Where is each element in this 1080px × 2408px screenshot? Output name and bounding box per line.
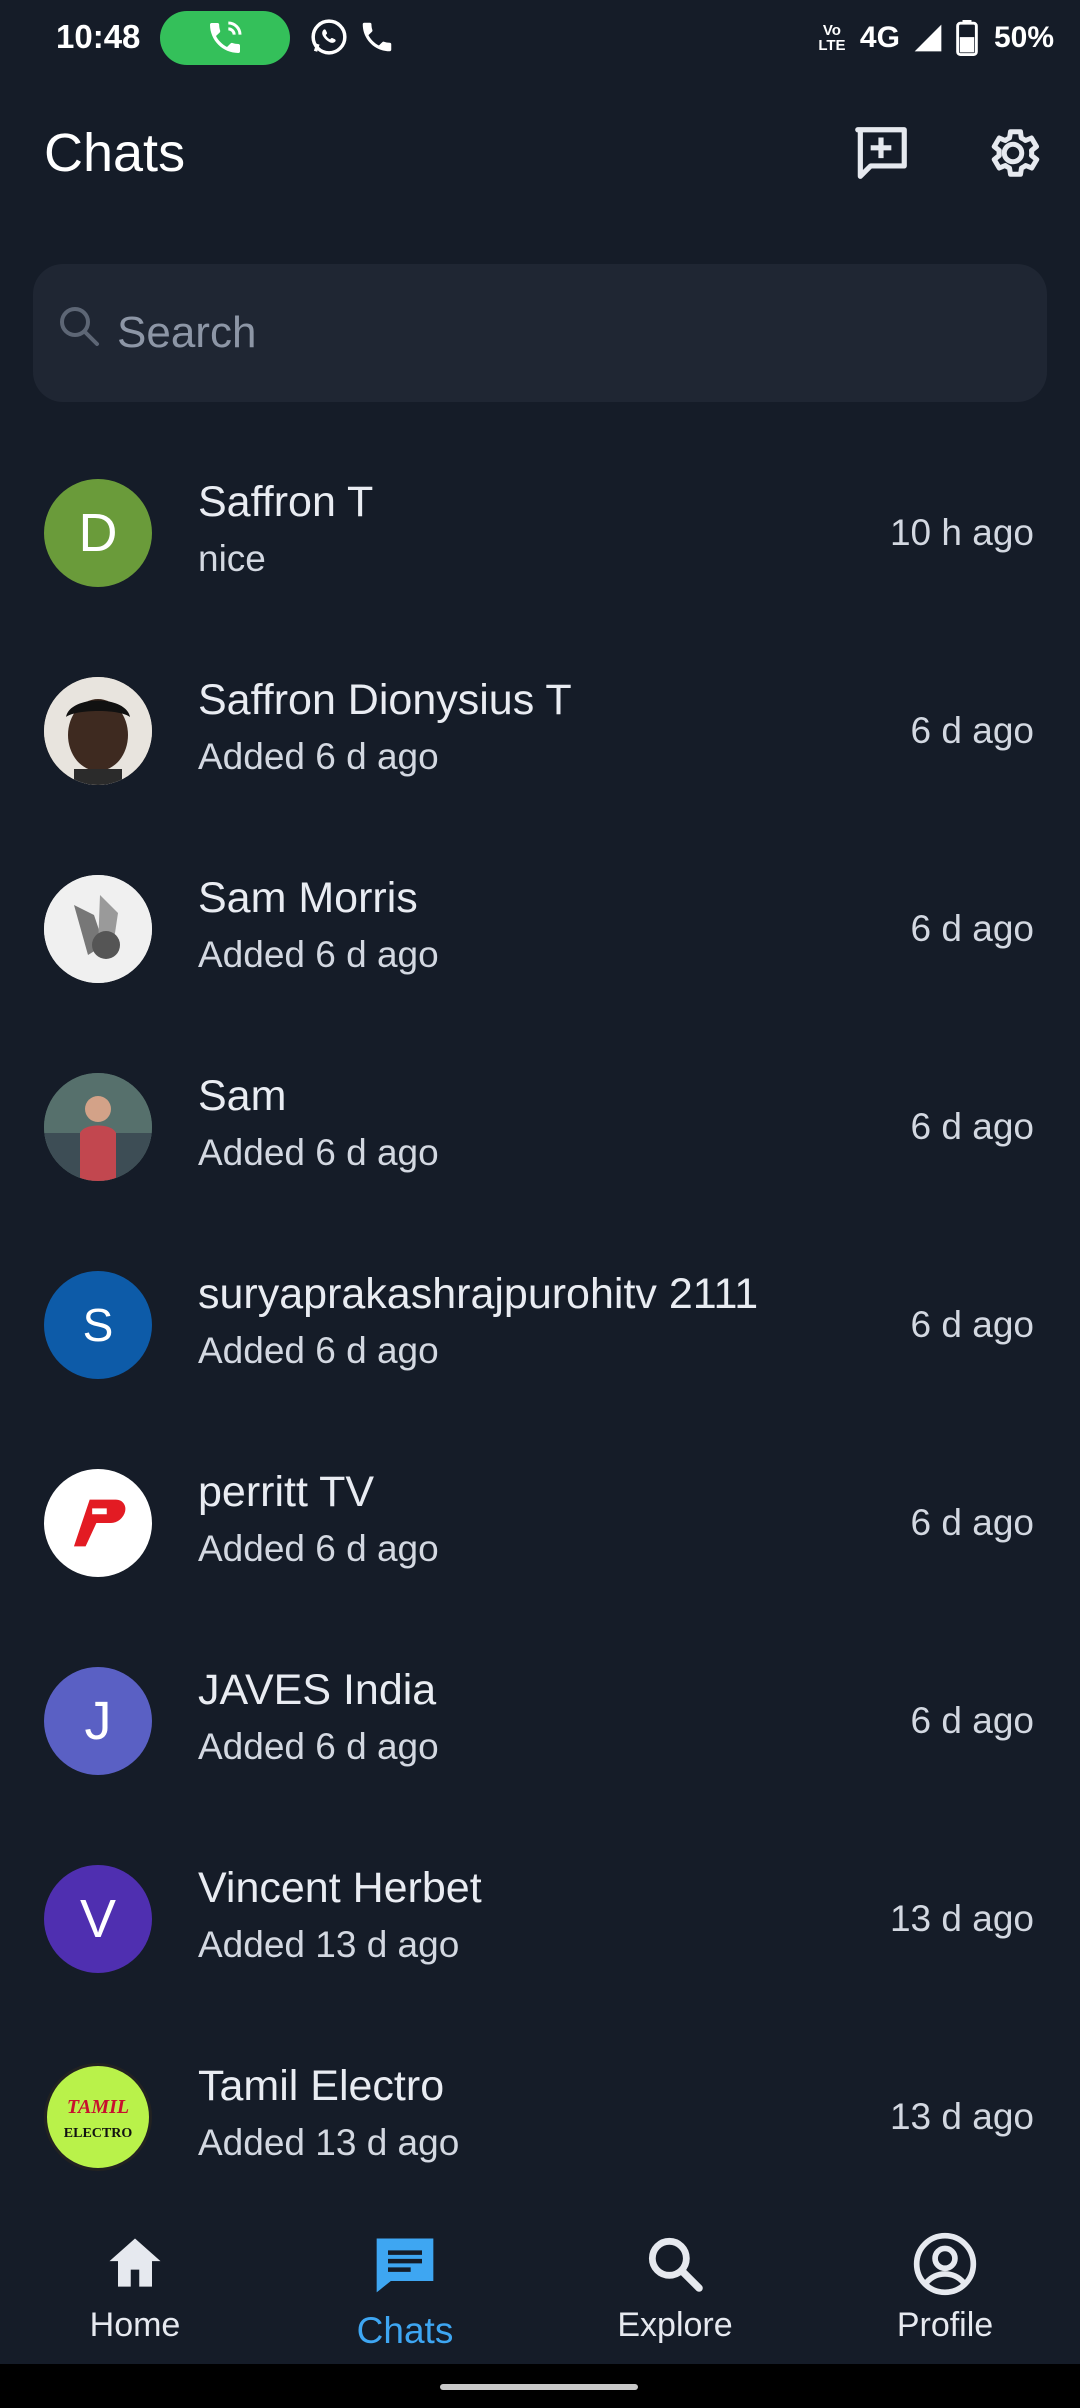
avatar: TAMIL ELECTRO [44,2063,152,2171]
avatar: S [44,1271,152,1379]
network-type: 4G [859,21,900,54]
chat-row[interactable]: Sam Added 6 d ago 6 d ago [0,1028,1080,1226]
home-icon [109,2238,161,2287]
chat-time: 6 d ago [910,1304,1034,1345]
perritt-logo-icon [73,1499,126,1547]
chat-name: Saffron Dionysius T [198,676,572,724]
search-input[interactable] [115,294,1019,372]
avatar [44,1073,152,1181]
home-gesture-handle[interactable] [440,2384,638,2390]
chat-time: 6 d ago [910,1700,1034,1741]
chat-last-message: Added 6 d ago [198,1330,439,1371]
avatar [44,875,152,983]
chat-time: 6 d ago [910,908,1034,949]
chat-icon [376,2238,434,2293]
chat-name: perritt TV [198,1468,375,1516]
status-time: 10:48 [56,18,141,55]
nav-label: Home [89,2306,181,2344]
phone-icon [362,22,392,52]
nav-profile[interactable]: Profile [810,2210,1080,2364]
chat-time: 6 d ago [910,1106,1034,1147]
call-wifi-icon [210,21,242,53]
chat-name: suryaprakashrajpurohitv 2111 [198,1270,759,1318]
chat-row[interactable]: V Vincent Herbet Added 13 d ago 13 d ago [0,1820,1080,2018]
chat-time: 13 d ago [889,1898,1034,1939]
chat-last-message: Added 6 d ago [198,934,439,975]
avatar [44,1469,152,1577]
avatar-letter: S [82,1299,114,1351]
chat-row[interactable]: D Saffron T nice 10 h ago [0,434,1080,632]
chat-row[interactable]: Saffron Dionysius T Added 6 d ago 6 d ag… [0,632,1080,830]
profile-icon [913,2232,977,2296]
gear-icon [991,129,1040,177]
chat-last-message: nice [198,538,266,579]
chat-name: Sam [198,1072,287,1120]
chat-last-message: Added 6 d ago [198,1528,439,1569]
chat-time: 6 d ago [910,1502,1034,1543]
chat-last-message: Added 6 d ago [198,1132,439,1173]
logo-text-top: TAMIL [67,2096,129,2118]
avatar-photo [44,677,152,785]
chat-time: 6 d ago [910,710,1034,751]
logo-text-bottom: ELECTRO [64,2126,133,2141]
new-chat-button[interactable] [846,118,916,188]
avatar: D [44,479,152,587]
chat-time: 10 h ago [889,512,1034,553]
chat-list: D Saffron T nice 10 h ago Saffron Dionys… [0,434,1080,2216]
nav-label: Profile [896,2306,994,2344]
chat-last-message: Added 13 d ago [198,2122,460,2163]
chat-name: Saffron T [198,478,374,526]
volte-indicator: Vo LTE [818,22,846,54]
avatar-letter: V [79,1889,117,1949]
chat-row[interactable]: J JAVES India Added 6 d ago 6 d ago [0,1622,1080,1820]
page-title: Chats [44,123,186,183]
chat-time: 13 d ago [889,2096,1034,2137]
battery-icon [956,20,978,56]
nav-chats[interactable]: Chats [270,2210,540,2364]
gesture-bar [0,2364,1080,2408]
nav-explore[interactable]: Explore [540,2210,810,2364]
signal-icon [914,24,942,52]
status-right-group: Vo LTE 4G 50% [816,14,1054,62]
tamil-electro-logo: TAMIL ELECTRO [50,2069,146,2165]
chat-row[interactable]: Sam Morris Added 6 d ago 6 d ago [0,830,1080,1028]
chat-row[interactable]: TAMIL ELECTRO Tamil Electro Added 13 d a… [0,2018,1080,2216]
search-bar[interactable] [33,264,1047,402]
chat-last-message: Added 6 d ago [198,736,439,777]
ongoing-call-pill[interactable] [160,11,290,65]
avatar-photo [44,875,152,983]
avatar [44,677,152,785]
chat-last-message: Added 13 d ago [198,1924,460,1965]
search-icon [648,2237,703,2292]
avatar-letter: J [84,1691,112,1751]
chats-screen: 10:48 Vo LTE 4G 50% Chats Search D Saffr… [0,0,1080,2408]
chat-last-message: Added 6 d ago [198,1726,439,1767]
chat-name: JAVES India [198,1666,437,1714]
avatar-letter: D [78,503,118,563]
search-icon [60,307,99,346]
battery-percent: 50% [993,21,1054,54]
new-chat-icon [855,127,907,179]
settings-button[interactable] [978,118,1048,188]
nav-home[interactable]: Home [0,2210,270,2364]
avatar: V [44,1865,152,1973]
chat-name: Tamil Electro [198,2062,445,2110]
nav-label: Chats [356,2310,454,2351]
whatsapp-icon [311,19,347,55]
chat-row[interactable]: S suryaprakashrajpurohitv 2111 Added 6 d… [0,1226,1080,1424]
nav-label: Explore [617,2306,733,2344]
bottom-nav: Home Chats Explore Profile [0,2210,1080,2364]
avatar: J [44,1667,152,1775]
avatar-photo [44,1073,152,1181]
status-bar: 10:48 Vo LTE 4G 50% [0,0,1080,76]
chat-name: Sam Morris [198,874,418,922]
chat-row[interactable]: perritt TV Added 6 d ago 6 d ago [0,1424,1080,1622]
chat-name: Vincent Herbet [198,1864,482,1912]
